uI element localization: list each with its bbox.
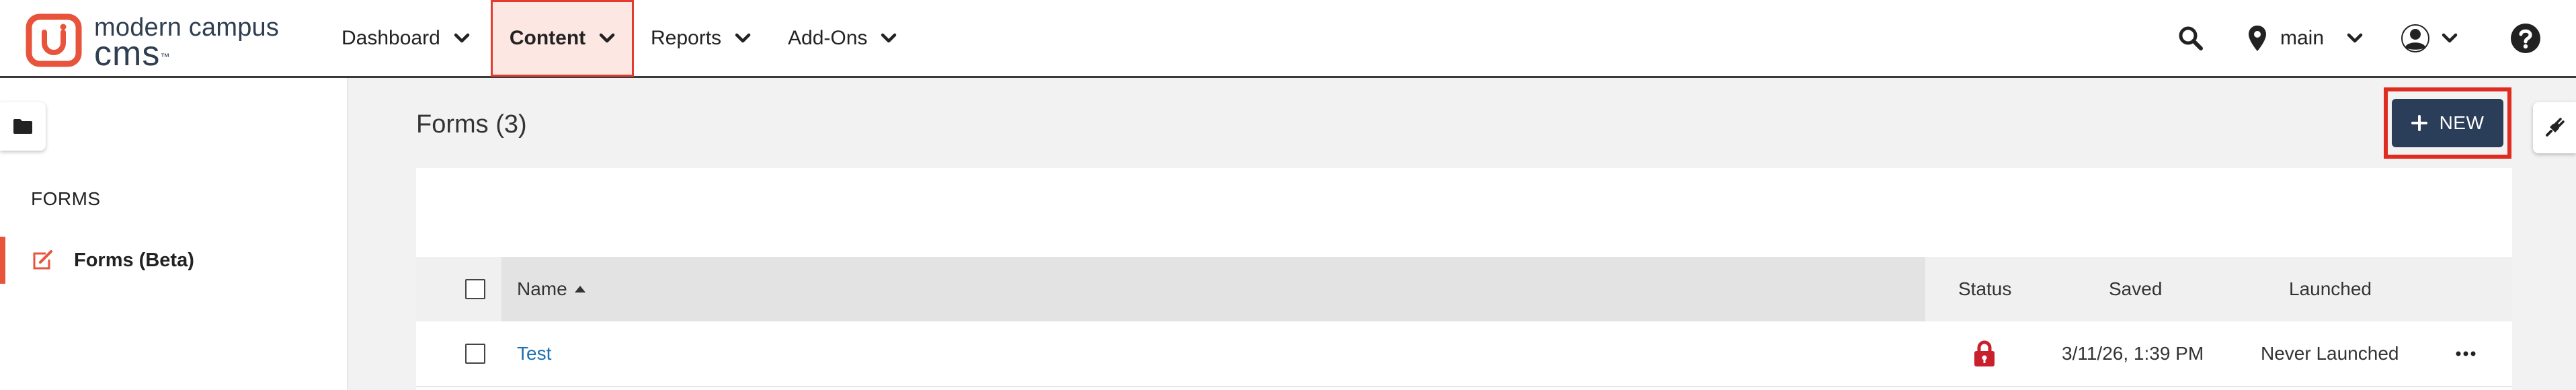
- chevron-down-icon: [2442, 33, 2458, 44]
- saved-date: 3/11/26, 1:39 PM: [2062, 343, 2204, 364]
- form-name[interactable]: Test: [517, 343, 551, 364]
- nav-content[interactable]: Content: [491, 0, 634, 77]
- new-button[interactable]: NEW: [2392, 99, 2503, 147]
- launched-status: Never Launched: [2261, 343, 2399, 364]
- branch-label: main: [2280, 26, 2325, 49]
- table-row[interactable]: Test 3/11/26, 1:39 PM Never Launched: [416, 321, 2512, 387]
- search-icon: [2178, 26, 2204, 51]
- form-name-link[interactable]: Test: [517, 321, 551, 386]
- plus-icon: [2411, 115, 2427, 131]
- name-column-header-bg: [501, 257, 1925, 321]
- sidebar-item-forms-beta[interactable]: Forms (Beta): [0, 237, 347, 284]
- user-icon: [2401, 24, 2429, 52]
- sidebar: [0, 78, 348, 390]
- nav-add-ons-label: Add-Ons: [788, 26, 868, 49]
- plug-icon: [2544, 117, 2565, 139]
- chevron-down-icon: [881, 33, 897, 44]
- nav-add-ons[interactable]: Add-Ons: [788, 0, 897, 76]
- column-header-launched[interactable]: Launched: [2289, 257, 2372, 321]
- brand-cms-text: cms: [94, 34, 161, 73]
- chevron-down-icon: [454, 33, 470, 44]
- sidebar-heading: FORMS: [31, 188, 101, 209]
- nav-dashboard[interactable]: Dashboard: [341, 0, 470, 76]
- chevron-down-icon: [735, 33, 751, 44]
- column-header-name[interactable]: Name: [517, 257, 586, 321]
- column-header-name-label: Name: [517, 278, 567, 299]
- map-pin-icon: [2248, 25, 2267, 52]
- page-title: Forms (3): [416, 110, 527, 139]
- brand-logo[interactable]: modern campus cms™: [26, 11, 308, 71]
- main-content: Forms (3) NEW Name Status Saved Launched…: [348, 78, 2576, 390]
- branch-selector[interactable]: main: [2248, 0, 2363, 76]
- new-button-label: NEW: [2439, 112, 2485, 133]
- nav-reports-label: Reports: [651, 26, 722, 49]
- sidebar-folder-toggle[interactable]: [0, 102, 46, 151]
- chevron-down-icon: [599, 33, 615, 44]
- column-header-saved[interactable]: Saved: [2109, 257, 2162, 321]
- table-header: Name Status Saved Launched: [416, 257, 2512, 321]
- integrations-tab[interactable]: [2533, 102, 2576, 153]
- row-checkbox[interactable]: [465, 344, 485, 364]
- nav-reports[interactable]: Reports: [651, 0, 751, 76]
- brand-mark-icon: [26, 13, 82, 67]
- user-menu[interactable]: [2401, 0, 2458, 76]
- folder-icon: [13, 118, 33, 134]
- forms-table-panel: Name Status Saved Launched Test 3/11/26,…: [416, 168, 2512, 390]
- top-navigation-bar: modern campus cms™ Dashboard Content Rep…: [0, 0, 2576, 78]
- sidebar-item-label: Forms (Beta): [74, 249, 194, 271]
- help-icon: [2510, 23, 2541, 54]
- column-header-status[interactable]: Status: [1958, 257, 2011, 321]
- nav-content-label: Content: [509, 27, 586, 49]
- status-locked[interactable]: [1973, 321, 1996, 386]
- nav-dashboard-label: Dashboard: [341, 26, 440, 49]
- chevron-down-icon: [2347, 33, 2363, 44]
- sort-ascending-icon: [574, 285, 586, 293]
- edit-icon: [32, 250, 54, 270]
- lock-icon: [1973, 340, 1996, 367]
- brand-name-line2: cms™: [94, 36, 171, 71]
- row-actions-button[interactable]: [2456, 321, 2476, 386]
- more-options-icon: [2456, 351, 2476, 356]
- new-button-highlight: NEW: [2384, 87, 2511, 159]
- trademark-symbol: ™: [160, 51, 171, 62]
- select-all-checkbox[interactable]: [465, 279, 485, 299]
- search-button[interactable]: [2178, 0, 2204, 76]
- help-button[interactable]: [2510, 0, 2541, 76]
